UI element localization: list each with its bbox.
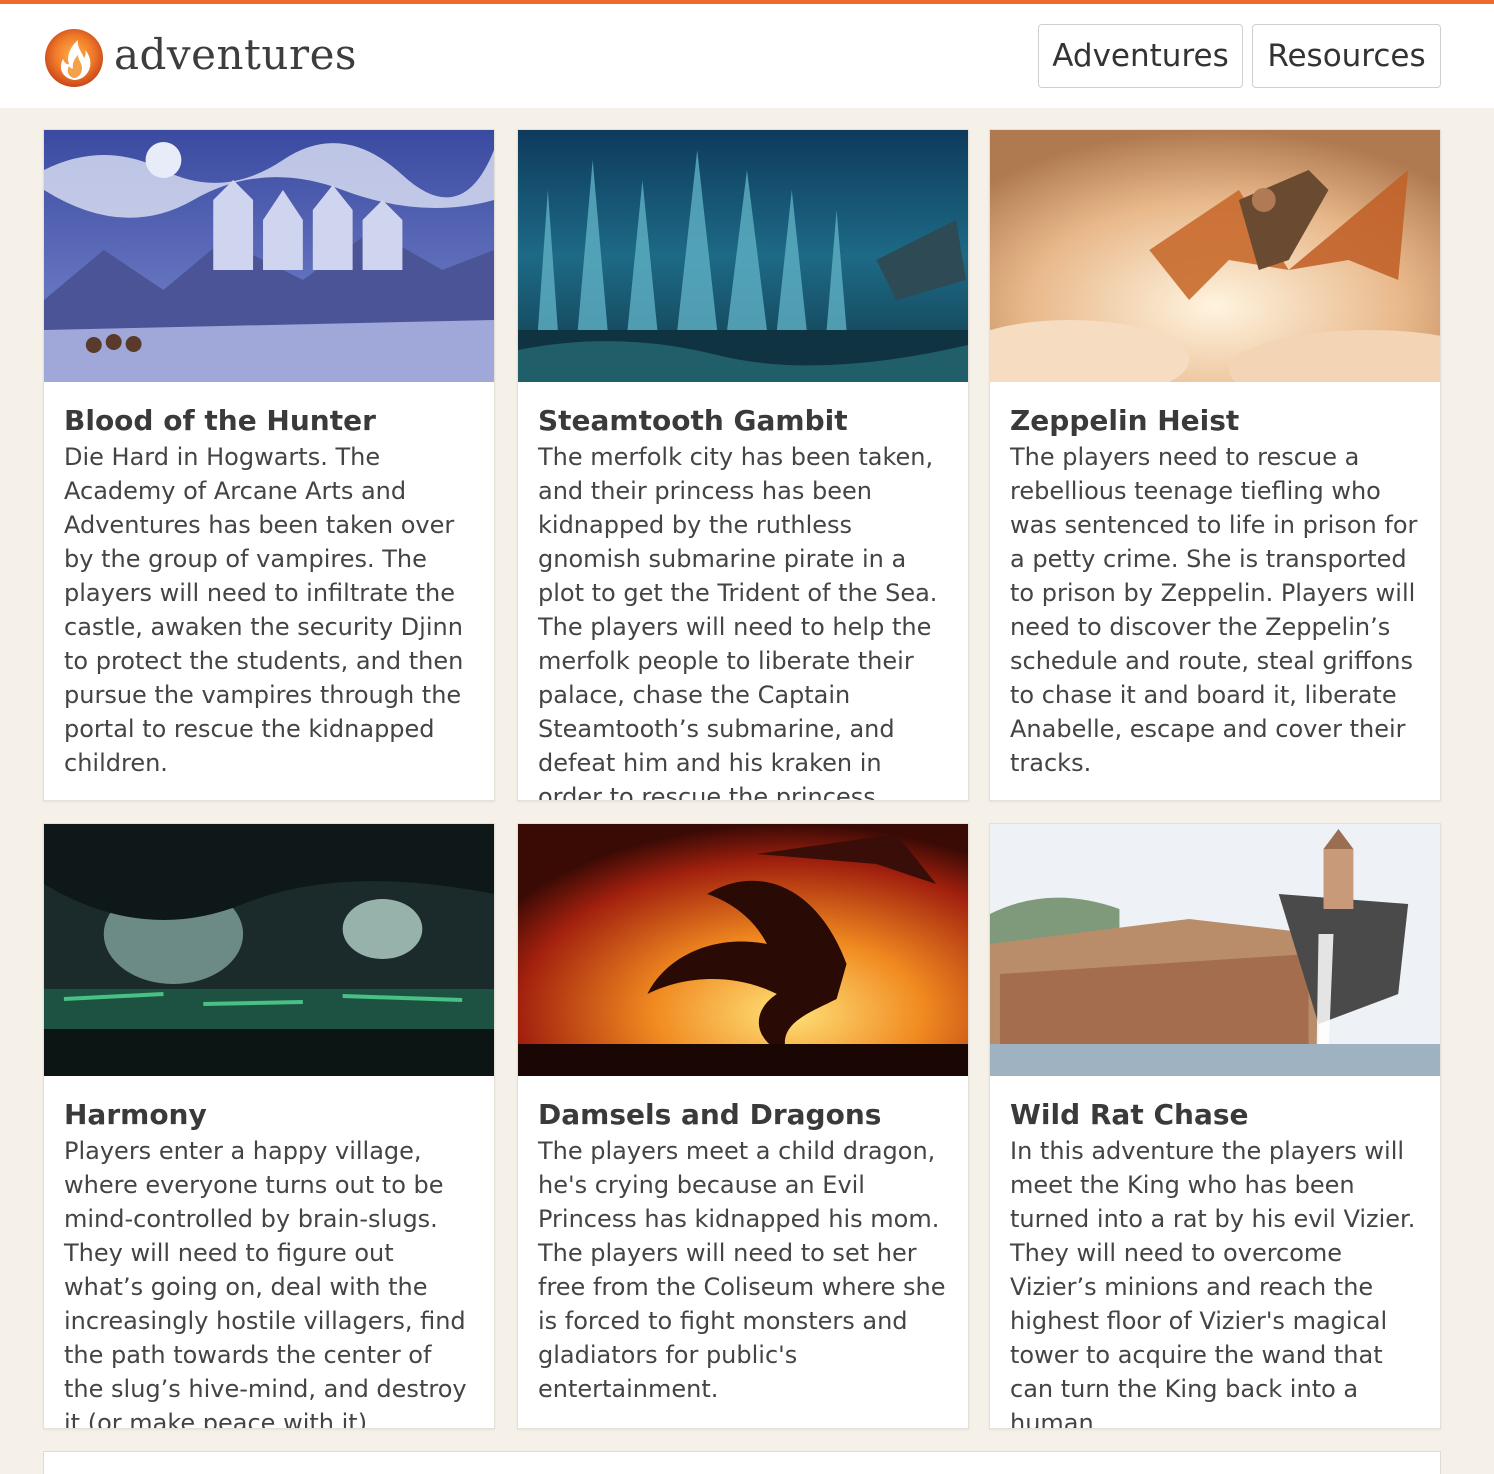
adventure-description: The players need to rescue a rebellious … xyxy=(1010,443,1418,777)
adventure-card[interactable]: Wild Rat Chase In this adventure the pla… xyxy=(989,823,1441,1429)
adventure-card[interactable]: Steamtooth Gambit The merfolk city has b… xyxy=(517,129,969,801)
adventure-description: The players meet a child dragon, he's cr… xyxy=(538,1137,946,1403)
site-header: adventures Adventures Resources xyxy=(0,4,1494,108)
adventure-card[interactable]: Zeppelin Heist The players need to rescu… xyxy=(989,129,1441,801)
adventure-card[interactable]: Harmony Players enter a happy village, w… xyxy=(43,823,495,1429)
adventure-description: Players enter a happy village, where eve… xyxy=(64,1137,467,1429)
adventure-image xyxy=(990,130,1440,382)
adventure-title[interactable]: Damsels and Dragons xyxy=(538,1098,948,1132)
adventure-image xyxy=(44,130,494,382)
adventure-title[interactable]: Harmony xyxy=(64,1098,474,1132)
nav-adventures-button[interactable]: Adventures xyxy=(1038,24,1243,88)
adventure-image xyxy=(44,824,494,1076)
adventure-description: Die Hard in Hogwarts. The Academy of Arc… xyxy=(64,443,464,777)
nav-resources-button[interactable]: Resources xyxy=(1252,24,1441,88)
adventure-title[interactable]: Zeppelin Heist xyxy=(1010,404,1420,438)
adventure-title[interactable]: Steamtooth Gambit xyxy=(538,404,948,438)
adventure-image xyxy=(518,130,968,382)
footer-panel xyxy=(43,1451,1441,1474)
adventure-card[interactable]: Damsels and Dragons The players meet a c… xyxy=(517,823,969,1429)
adventure-image xyxy=(518,824,968,1076)
adventure-description: In this adventure the players will meet … xyxy=(1010,1137,1416,1429)
site-brand[interactable]: adventures xyxy=(114,28,357,82)
adventure-title[interactable]: Blood of the Hunter xyxy=(64,404,474,438)
adventure-description: The merfolk city has been taken, and the… xyxy=(538,443,938,801)
adventure-image xyxy=(990,824,1440,1076)
adventure-title[interactable]: Wild Rat Chase xyxy=(1010,1098,1420,1132)
adventure-card[interactable]: Blood of the Hunter Die Hard in Hogwarts… xyxy=(43,129,495,801)
flame-logo-icon[interactable] xyxy=(44,28,104,88)
